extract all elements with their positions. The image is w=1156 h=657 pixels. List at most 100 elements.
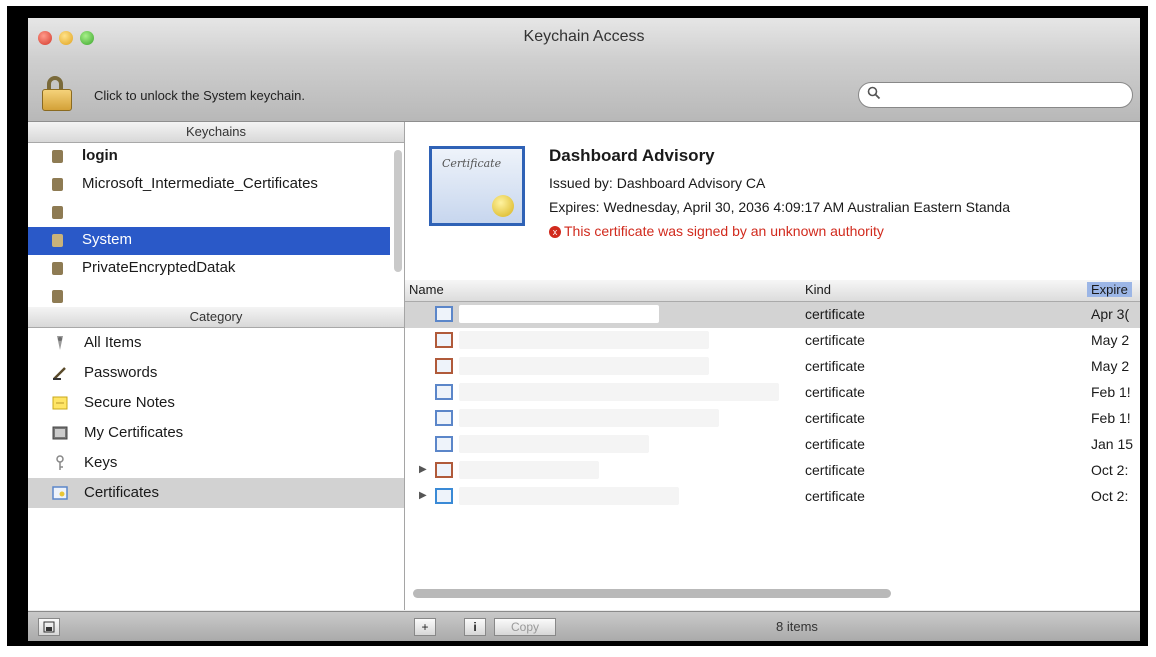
keychain-label: Microsoft_Intermediate_Certificates: [82, 175, 318, 192]
certificates-icon: [52, 486, 68, 500]
row-expires: Feb 1!: [1091, 384, 1131, 400]
column-header-expires[interactable]: Expire: [1087, 282, 1132, 297]
keychain-label: login: [82, 147, 118, 164]
keychain-lock-icon: [52, 262, 63, 275]
row-expires: May 2: [1091, 332, 1130, 348]
category-label: Certificates: [84, 484, 160, 501]
table-header: Name Kind Expire: [405, 280, 1140, 302]
redacted-name: [459, 461, 599, 479]
row-expires: Feb 1!: [1091, 410, 1131, 426]
category-item-secure-notes[interactable]: Secure Notes: [28, 388, 404, 418]
certificate-warning: x This certificate was signed by an unkno…: [549, 223, 884, 239]
row-expires: Oct 2:: [1091, 462, 1129, 478]
row-expires: Apr 3(: [1091, 306, 1130, 322]
category-item-certificates[interactable]: Certificates: [28, 478, 404, 508]
certificate-preview-icon: Certificate: [429, 146, 525, 226]
keychain-lock-icon: [52, 178, 63, 191]
add-button[interactable]: +: [414, 618, 436, 636]
table-row[interactable]: certificate Feb 1!: [405, 380, 1140, 406]
certificate-warning-text: This certificate was signed by an unknow…: [564, 223, 884, 239]
disclosure-triangle-icon[interactable]: ▶: [419, 490, 427, 501]
certificate-icon: [435, 436, 453, 452]
table-row[interactable]: certificate Jan 15: [405, 432, 1140, 458]
certificate-expiry: Expires: Wednesday, April 30, 2036 4:09:…: [549, 199, 1010, 215]
keychains-scrollbar[interactable]: [394, 150, 402, 272]
disclosure-triangle-icon[interactable]: ▶: [419, 464, 427, 475]
bottom-bar: + i Copy 8 items: [28, 611, 1140, 641]
certificate-root-icon: [435, 488, 453, 504]
keychain-label: PrivateEncryptedDatak: [82, 259, 236, 276]
category-header: Category: [28, 307, 404, 328]
table-row[interactable]: ▶ certificate Oct 2:: [405, 484, 1140, 510]
category-label: All Items: [84, 334, 142, 351]
warning-icon: x: [549, 226, 561, 239]
search-field[interactable]: [858, 82, 1133, 108]
redacted-name: [459, 383, 779, 401]
category-label: Secure Notes: [84, 394, 175, 411]
certificate-image-text: Certificate: [442, 157, 502, 170]
certificate-name: Dashboard Advisory: [549, 146, 715, 165]
row-kind: certificate: [805, 462, 865, 478]
certificate-error-icon: [435, 358, 453, 374]
keychain-lock-icon: [52, 234, 63, 247]
row-kind: certificate: [805, 306, 865, 322]
category-label: Passwords: [84, 364, 158, 381]
category-item-keys[interactable]: Keys: [28, 448, 404, 478]
certificate-issuer: Issued by: Dashboard Advisory CA: [549, 175, 766, 191]
keychain-lock-icon: [52, 150, 63, 163]
keychain-lock-icon: [52, 290, 63, 303]
redacted-name: [459, 305, 659, 323]
category-item-my-certificates[interactable]: My Certificates: [28, 418, 404, 448]
table-row[interactable]: ▶ certificate Oct 2:: [405, 458, 1140, 484]
secure-notes-icon: [52, 396, 68, 410]
row-kind: certificate: [805, 384, 865, 400]
keychain-item-private[interactable]: PrivateEncryptedDatak: [28, 255, 390, 283]
redacted-name: [459, 435, 649, 453]
certificate-error-icon: [435, 462, 453, 478]
info-button[interactable]: i: [464, 618, 486, 636]
keychain-lock-icon: [52, 206, 63, 219]
keychains-header: Keychains: [28, 122, 404, 143]
row-expires: Jan 15: [1091, 436, 1134, 452]
keychain-access-window: Keychain Access Click to unlock the Syst…: [28, 18, 1140, 641]
copy-button[interactable]: Copy: [494, 618, 556, 636]
keychain-item-unnamed[interactable]: [28, 199, 390, 227]
category-item-passwords[interactable]: Passwords: [28, 358, 404, 388]
window-title: Keychain Access: [523, 28, 645, 45]
row-kind: certificate: [805, 358, 865, 374]
certificate-seal-icon: [492, 195, 514, 217]
keychain-item-private-2[interactable]: [28, 283, 390, 306]
main-content: Certificate Dashboard Advisory Issued by…: [405, 122, 1140, 610]
toolbar: Keychain Access Click to unlock the Syst…: [28, 18, 1140, 122]
item-count: 8 items: [776, 619, 818, 634]
certificate-icon: [435, 384, 453, 400]
certificate-error-icon: [435, 332, 453, 348]
sidebar: Keychains login Microsoft_Intermediate_C…: [28, 122, 405, 610]
horizontal-scrollbar[interactable]: [413, 589, 891, 598]
sidebar-toggle-icon: [43, 621, 55, 633]
search-icon: [867, 86, 881, 100]
row-kind: certificate: [805, 410, 865, 426]
keychain-item-microsoft[interactable]: Microsoft_Intermediate_Certificates: [28, 171, 390, 199]
row-kind: certificate: [805, 488, 865, 504]
table-row[interactable]: certificate May 2: [405, 328, 1140, 354]
lock-body: [42, 89, 72, 111]
row-kind: certificate: [805, 436, 865, 452]
table-row[interactable]: certificate Feb 1!: [405, 406, 1140, 432]
redacted-name: [459, 409, 719, 427]
redacted-name: [459, 331, 709, 349]
redacted-name: [459, 357, 709, 375]
keychain-item-system[interactable]: System: [28, 227, 390, 255]
lock-icon[interactable]: [40, 76, 74, 111]
category-item-all-items[interactable]: All Items: [28, 328, 404, 358]
column-header-name[interactable]: Name: [409, 282, 444, 297]
keychain-item-login[interactable]: login: [28, 143, 390, 171]
column-header-kind[interactable]: Kind: [805, 282, 831, 297]
table-row[interactable]: certificate Apr 3(: [405, 302, 1140, 328]
passwords-icon: [53, 367, 66, 380]
keychain-label: System: [82, 231, 133, 248]
certificate-icon: [435, 306, 453, 322]
table-row[interactable]: certificate May 2: [405, 354, 1140, 380]
category-label: My Certificates: [84, 424, 184, 441]
show-keychains-button[interactable]: [38, 618, 60, 636]
